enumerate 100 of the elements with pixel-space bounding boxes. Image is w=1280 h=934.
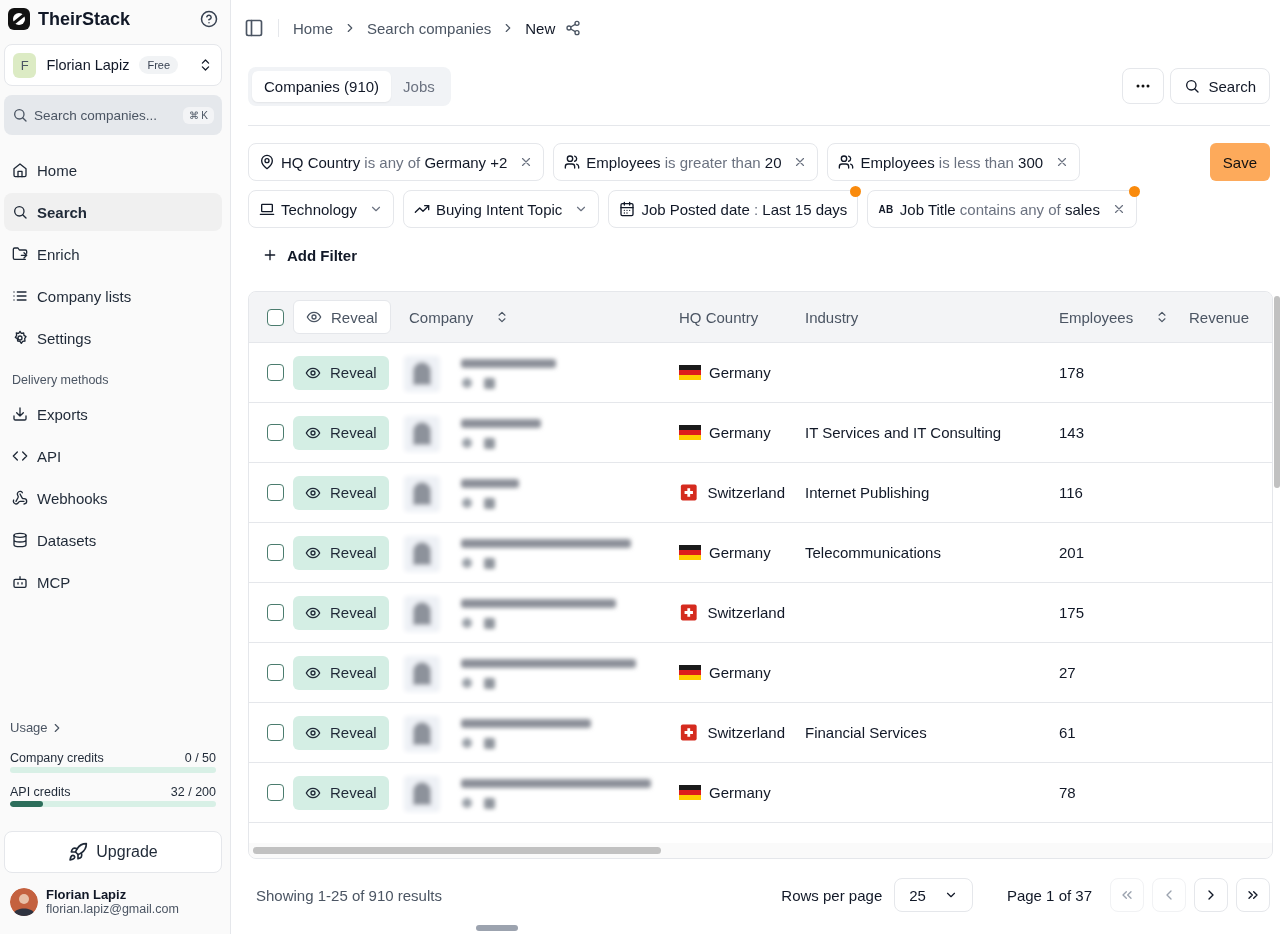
german-flag-icon bbox=[679, 545, 701, 560]
reveal-button[interactable]: Reveal bbox=[293, 775, 389, 810]
search-icon bbox=[12, 107, 28, 123]
swiss-flag-icon bbox=[679, 724, 700, 741]
german-flag-icon bbox=[679, 665, 701, 680]
column-header: Industry bbox=[805, 308, 859, 326]
table-cell: 201 bbox=[1059, 544, 1085, 561]
scrollbar-thumb[interactable] bbox=[253, 847, 661, 854]
results-summary: Showing 1-25 of 910 results bbox=[256, 886, 442, 904]
table-cell: 78 bbox=[1059, 784, 1076, 801]
table-cell: 61 bbox=[1059, 724, 1076, 741]
rows-per-page-select[interactable]: 25 bbox=[894, 878, 973, 912]
table-cell: Germany bbox=[709, 364, 771, 381]
folder-icon bbox=[12, 246, 28, 262]
nav-item[interactable]: Search bbox=[4, 193, 222, 231]
table-cell: Internet Publishing bbox=[805, 484, 930, 501]
breadcrumb-item[interactable]: Search companies bbox=[367, 19, 492, 37]
text-type-icon: AB bbox=[878, 203, 894, 215]
nav-item[interactable]: Company lists bbox=[4, 277, 222, 315]
upgrade-button[interactable]: Upgrade bbox=[4, 831, 222, 873]
reveal-all-button[interactable]: Reveal bbox=[293, 300, 391, 334]
workspace-avatar: F bbox=[13, 52, 37, 78]
search-button[interactable]: Search bbox=[1170, 68, 1270, 104]
filter-text: Buying Intent Topic bbox=[435, 200, 563, 218]
save-button[interactable]: Save bbox=[1209, 143, 1270, 181]
usage-link[interactable]: Usage bbox=[10, 720, 216, 735]
pagination-button[interactable] bbox=[1236, 878, 1270, 912]
table-cell: Financial Services bbox=[805, 724, 927, 741]
german-flag-icon bbox=[679, 785, 701, 800]
filter-chip[interactable]: Technology bbox=[248, 190, 394, 228]
rows-per-page-label: Rows per page bbox=[781, 886, 883, 904]
user-email: florian.lapiz@gmail.com bbox=[46, 902, 179, 916]
sidebar-toggle-icon bbox=[244, 18, 264, 38]
help-icon bbox=[200, 10, 218, 28]
checkbox[interactable] bbox=[267, 724, 284, 741]
user-avatar bbox=[10, 887, 38, 916]
brand-name: TheirStack bbox=[38, 8, 132, 30]
workspace-switcher[interactable]: F Florian Lapiz Free bbox=[4, 44, 222, 86]
nav-item[interactable]: Home bbox=[4, 151, 222, 189]
people-icon bbox=[838, 154, 855, 170]
reveal-button[interactable]: Reveal bbox=[293, 595, 389, 630]
reveal-button[interactable]: Reveal bbox=[293, 655, 389, 690]
swiss-flag-icon bbox=[679, 484, 700, 501]
settings-icon bbox=[12, 330, 28, 346]
scrollbar-thumb[interactable] bbox=[1274, 296, 1280, 488]
table-cell: Switzerland bbox=[707, 484, 785, 501]
nav-item[interactable]: Settings bbox=[4, 319, 222, 357]
table-cell: Germany bbox=[709, 544, 771, 561]
rocket-icon bbox=[68, 842, 89, 862]
checkbox[interactable] bbox=[267, 308, 284, 326]
webhook-icon bbox=[12, 490, 28, 506]
nav-item[interactable]: API bbox=[4, 437, 222, 475]
breadcrumb-item[interactable]: Home bbox=[293, 19, 333, 37]
database-icon bbox=[12, 532, 28, 548]
robot-icon bbox=[12, 574, 28, 590]
checkbox[interactable] bbox=[267, 484, 284, 501]
filter-chip[interactable]: Buying Intent Topic bbox=[402, 190, 600, 228]
filter-chip[interactable]: HQ Country is any of Germany +2 bbox=[248, 143, 545, 181]
reveal-button[interactable]: Reveal bbox=[293, 355, 389, 390]
nav-item[interactable]: Webhooks bbox=[4, 479, 222, 517]
laptop-icon bbox=[259, 201, 275, 217]
german-flag-icon bbox=[679, 425, 701, 440]
checkbox[interactable] bbox=[267, 664, 284, 681]
column-header[interactable]: Company bbox=[409, 308, 474, 326]
table-cell: 143 bbox=[1059, 424, 1085, 441]
tab[interactable]: Jobs bbox=[391, 70, 447, 102]
checkbox[interactable] bbox=[267, 364, 284, 381]
filter-text: Employees is less than 300 bbox=[860, 153, 1044, 171]
filter-chip[interactable]: Employees is greater than 20 bbox=[553, 143, 819, 181]
filter-text: HQ Country is any of Germany +2 bbox=[281, 153, 508, 171]
table-cell: IT Services and IT Consulting bbox=[805, 424, 1002, 441]
filter-text: Job Posted date : Last 15 days bbox=[641, 200, 848, 218]
column-header[interactable]: Employees bbox=[1059, 308, 1134, 326]
checkbox[interactable] bbox=[267, 784, 284, 801]
nav-item[interactable]: Datasets bbox=[4, 521, 222, 559]
section-title: Delivery methods bbox=[12, 373, 110, 387]
download-icon bbox=[12, 406, 28, 422]
table-cell: Switzerland bbox=[707, 604, 785, 621]
nav-item[interactable]: MCP bbox=[4, 563, 222, 601]
nav-item[interactable]: Exports bbox=[4, 395, 222, 433]
reveal-button[interactable]: Reveal bbox=[293, 475, 389, 510]
reveal-button[interactable]: Reveal bbox=[293, 415, 389, 450]
filter-text: Technology bbox=[281, 200, 357, 218]
reveal-button[interactable]: Reveal bbox=[293, 715, 389, 750]
checkbox[interactable] bbox=[267, 604, 284, 621]
resize-handle[interactable] bbox=[476, 925, 518, 931]
filter-chip[interactable]: Employees is less than 300 bbox=[827, 143, 1081, 181]
search-field[interactable]: Search companies... ⌘ K bbox=[4, 95, 222, 135]
filter-text: Job Title contains any of sales bbox=[899, 200, 1100, 218]
calendar-icon bbox=[619, 201, 636, 217]
tab[interactable]: Companies (910) bbox=[252, 70, 392, 102]
pagination-button[interactable] bbox=[1194, 878, 1228, 912]
nav-item[interactable]: Enrich bbox=[4, 235, 222, 273]
table-cell: 27 bbox=[1059, 664, 1076, 681]
shortcut-badge: ⌘ K bbox=[182, 106, 214, 124]
reveal-button[interactable]: Reveal bbox=[293, 535, 389, 570]
logo-icon bbox=[8, 8, 30, 30]
add-filter-button[interactable]: Add Filter bbox=[248, 237, 371, 273]
checkbox[interactable] bbox=[267, 424, 284, 441]
checkbox[interactable] bbox=[267, 544, 284, 561]
